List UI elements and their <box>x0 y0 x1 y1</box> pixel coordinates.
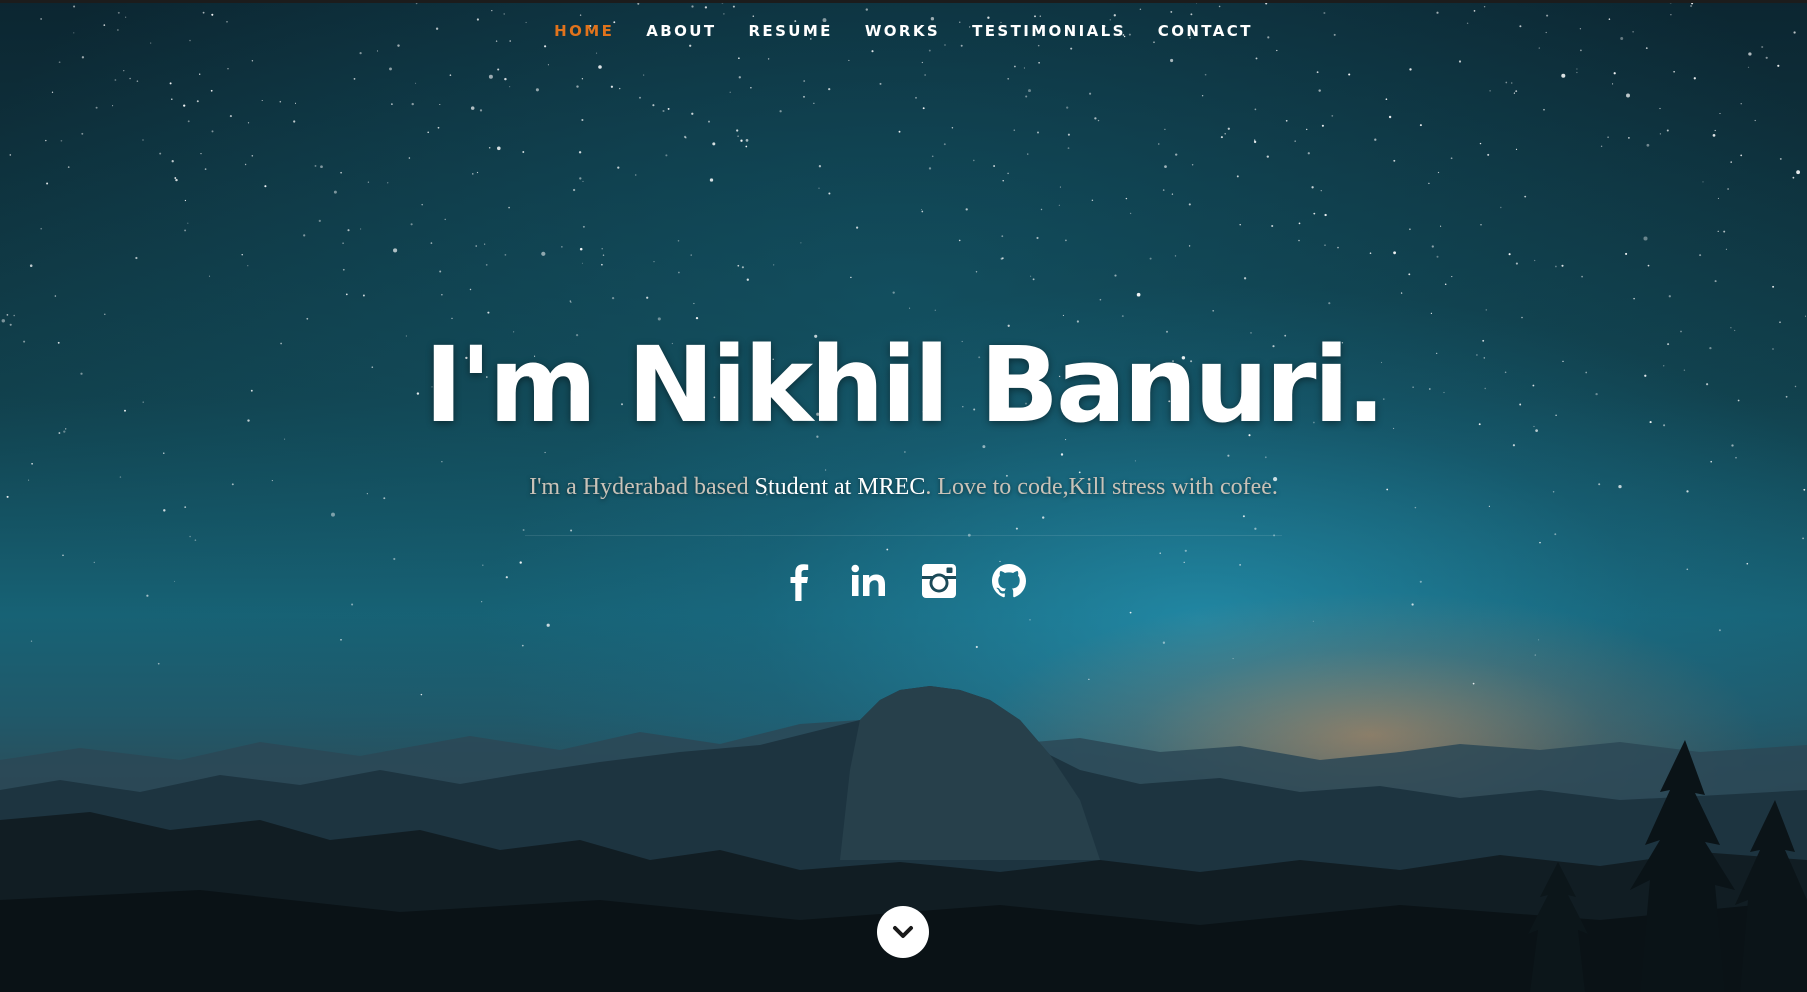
nav-home[interactable]: HOME <box>538 18 630 44</box>
instagram-link[interactable] <box>920 560 958 602</box>
github-link[interactable] <box>990 560 1028 602</box>
top-border <box>0 0 1807 3</box>
tagline-pre: I'm a Hyderabad based <box>529 474 755 500</box>
nav-resume[interactable]: RESUME <box>732 18 848 44</box>
instagram-icon <box>921 564 956 598</box>
social-links <box>0 560 1807 602</box>
linkedin-icon <box>850 564 885 596</box>
hero-divider <box>525 535 1282 536</box>
hero-tagline: I'm a Hyderabad based Student at MREC. L… <box>0 474 1807 501</box>
chevron-down-icon <box>893 926 913 938</box>
tagline-highlight: Student at MREC <box>754 474 926 500</box>
nav-about[interactable]: ABOUT <box>630 18 732 44</box>
nav-works[interactable]: WORKS <box>849 18 956 44</box>
scroll-down-button[interactable] <box>877 906 929 958</box>
nav-testimonials[interactable]: TESTIMONIALS <box>956 18 1142 44</box>
hero-background: HOME ABOUT RESUME WORKS TESTIMONIALS CON… <box>0 0 1807 992</box>
hero-headline: I'm Nikhil Banuri. <box>424 324 1385 446</box>
main-nav: HOME ABOUT RESUME WORKS TESTIMONIALS CON… <box>0 18 1807 44</box>
tagline-post: . Love to code,Kill stress with cofee. <box>925 474 1278 500</box>
facebook-icon <box>790 564 808 601</box>
linkedin-link[interactable] <box>850 560 888 602</box>
github-icon <box>991 564 1026 598</box>
facebook-link[interactable] <box>780 560 818 602</box>
nav-contact[interactable]: CONTACT <box>1142 18 1269 44</box>
